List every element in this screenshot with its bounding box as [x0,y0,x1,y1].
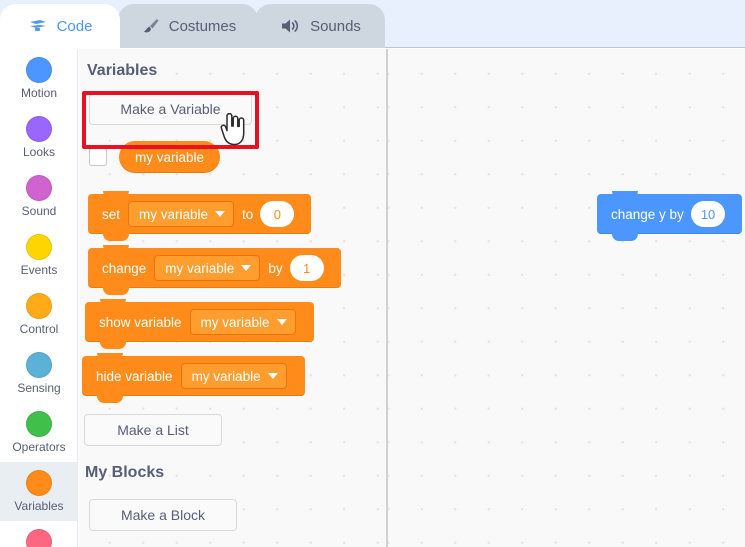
set-block-variable-dropdown[interactable]: my variable [128,201,235,227]
variables-category-dot [26,470,52,496]
chevron-down-icon [276,319,287,325]
set-block-dropdown-label: my variable [139,206,209,222]
scratch-editor-window: Code Costumes Sounds Motion Looks Sound … [0,0,745,547]
set-block-middle: to [242,206,254,222]
hide-block-prefix: hide variable [96,368,173,384]
change-block-middle: by [268,260,283,276]
sidebar-item-label: Control [19,322,59,336]
change-variable-block[interactable]: change my variable by 1 [88,245,341,295]
events-category-dot [26,234,52,260]
sidebar-item-control[interactable]: Control [0,285,77,344]
chevron-down-icon [241,265,252,271]
tab-code[interactable]: Code [0,4,120,49]
block-palette[interactable]: Variables Make a Variable my variable se… [79,49,386,547]
change-block-variable-dropdown[interactable]: my variable [154,255,261,281]
show-variable-block[interactable]: show variable my variable [85,299,314,349]
tab-sounds[interactable]: Sounds [255,4,385,48]
sidebar-item-events[interactable]: Events [0,226,77,285]
sidebar-item-label: Variables [14,499,64,513]
sidebar-item-motion[interactable]: Motion [0,49,77,108]
hide-block-variable-dropdown[interactable]: my variable [180,363,287,389]
variable-reporter-block[interactable]: my variable [119,141,221,173]
sidebar-item-label: Sound [21,204,57,218]
operators-category-dot [26,411,52,437]
block-category-sidebar: Motion Looks Sound Events Control Sensin… [0,49,78,547]
code-blocks-icon [28,17,48,37]
chevron-down-icon [215,211,226,217]
sidebar-item-sensing[interactable]: Sensing [0,344,77,403]
show-block-prefix: show variable [99,314,182,330]
chevron-down-icon [267,373,278,379]
show-block-dropdown-label: my variable [200,314,270,330]
sensing-category-dot [26,352,52,378]
looks-category-dot [26,116,52,142]
variable-visibility-checkbox[interactable] [89,148,107,166]
make-a-list-button[interactable]: Make a List [84,414,222,446]
speaker-icon [279,16,301,36]
tab-sounds-label: Sounds [310,17,361,35]
paintbrush-icon [140,16,160,36]
sidebar-item-sound[interactable]: Sound [0,167,77,226]
set-block-prefix: set [102,206,121,222]
change-y-block-label: change y by [611,206,684,222]
change-block-dropdown-label: my variable [165,260,235,276]
show-block-variable-dropdown[interactable]: my variable [189,309,296,335]
control-category-dot [26,293,52,319]
editor-tab-bar: Code Costumes Sounds [0,0,745,49]
tab-costumes-label: Costumes [168,17,237,35]
palette-heading-my-blocks: My Blocks [85,464,165,481]
hide-variable-block[interactable]: hide variable my variable [82,353,305,403]
sidebar-item-label: Looks [22,145,56,159]
sidebar-item-variables[interactable]: Variables [0,462,77,521]
make-a-variable-button[interactable]: Make a Variable [89,93,252,125]
variable-reporter-label: my variable [135,149,205,165]
tab-costumes[interactable]: Costumes [118,4,258,48]
sound-category-dot [26,175,52,201]
set-block-value-input[interactable]: 0 [260,201,295,227]
change-y-by-block[interactable]: change y by 10 [597,191,743,241]
hide-block-dropdown-label: my variable [191,368,261,384]
set-variable-block[interactable]: set my variable to 0 [88,191,312,241]
make-a-block-button[interactable]: Make a Block [89,499,237,531]
change-block-prefix: change [102,260,147,276]
motion-category-dot [26,57,52,83]
code-workspace-canvas[interactable]: change y by 10 [388,49,745,547]
tab-code-label: Code [56,18,93,35]
sidebar-item-operators[interactable]: Operators [0,403,77,462]
change-block-value-input[interactable]: 1 [289,255,324,281]
sidebar-item-looks[interactable]: Looks [0,108,77,167]
my-blocks-category-dot [26,529,52,547]
sidebar-item-label: Operators [12,440,66,454]
sidebar-item-label: Events [20,263,58,277]
sidebar-item-label: Motion [20,86,58,100]
sidebar-item-my-blocks[interactable] [0,521,77,547]
palette-heading-variables: Variables [87,62,158,79]
sidebar-item-label: Sensing [17,381,61,395]
change-y-block-value-input[interactable]: 10 [690,201,726,227]
